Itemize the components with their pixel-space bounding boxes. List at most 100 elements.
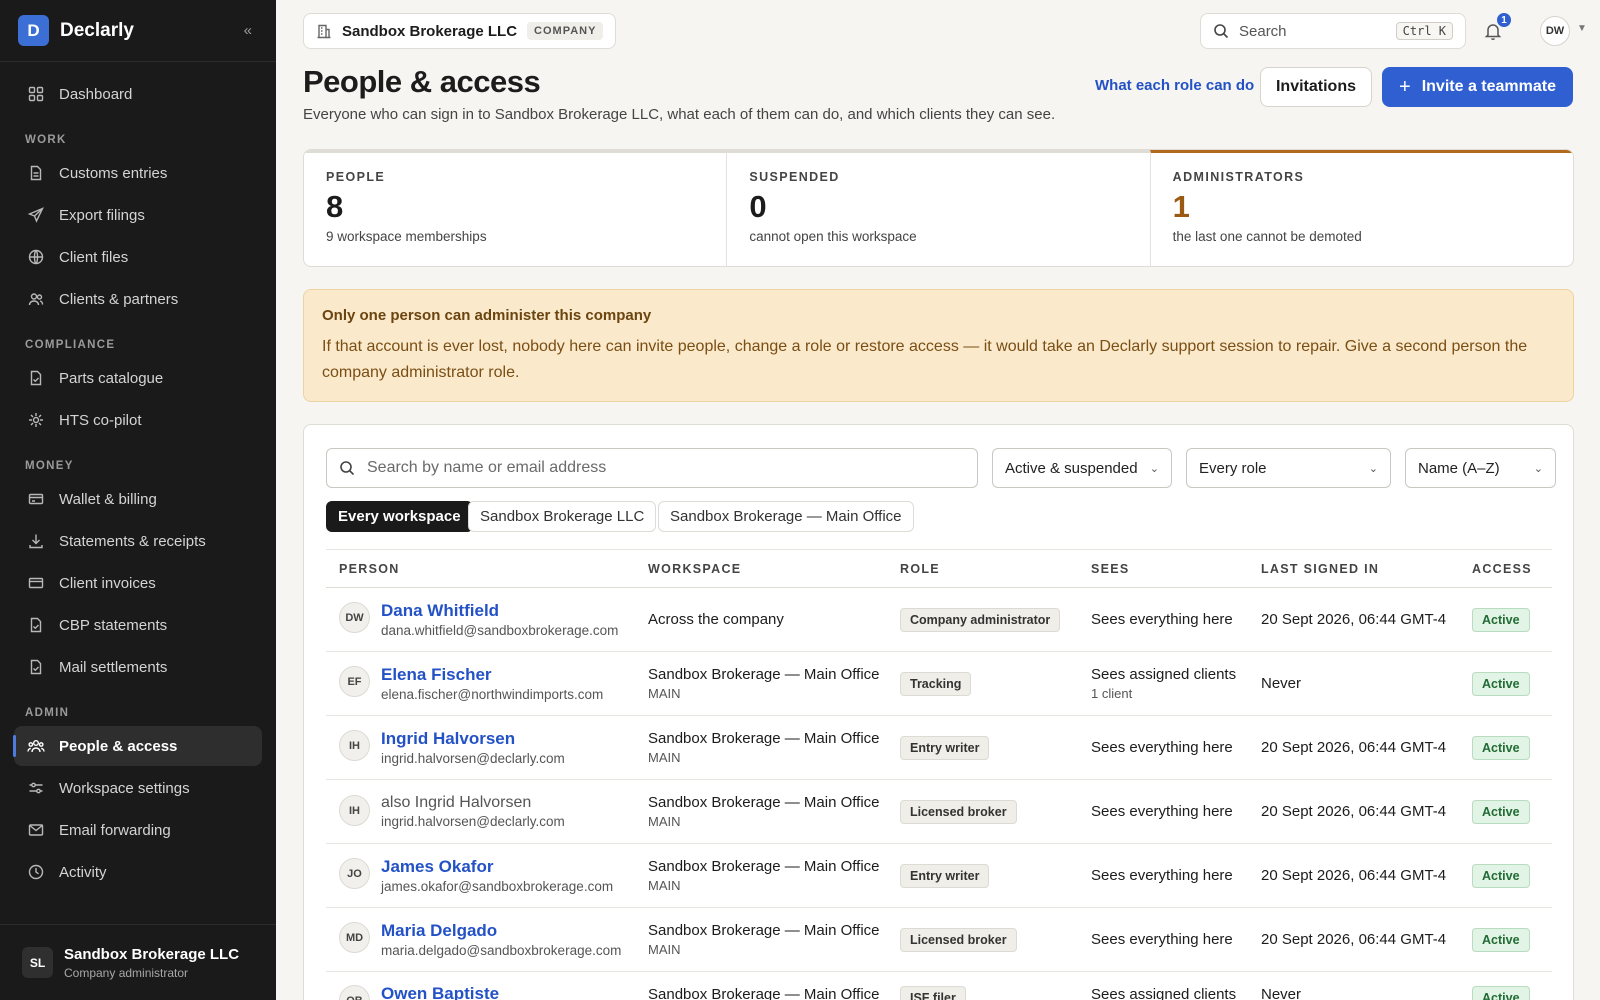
warning-body: If that account is ever lost, nobody her… — [322, 338, 1528, 381]
sidebar-item-label: HTS co-pilot — [59, 411, 142, 429]
workspace-cell: Sandbox Brokerage — Main Office — [635, 971, 887, 1000]
workspace-code: MAIN — [648, 878, 681, 893]
people-search-input[interactable]: Search by name or email address — [326, 448, 978, 488]
workspace-code: MAIN — [648, 686, 681, 701]
role-cell: Entry writer — [887, 843, 1078, 908]
table-row[interactable]: JO James Okafor james.okafor@sandboxbroker… — [326, 843, 1552, 908]
person-name[interactable]: Owen Baptiste — [339, 984, 635, 1000]
person-name[interactable]: Maria Delgado — [339, 921, 635, 941]
workspace-filter-all[interactable]: Every workspace — [326, 501, 473, 532]
file-check-icon — [27, 658, 45, 676]
stats-panel: PEOPLE 8 9 workspace memberships SUSPEND… — [303, 149, 1574, 267]
person-name: also Ingrid Halvorsen — [381, 794, 532, 811]
account-switcher[interactable]: SL Sandbox Brokerage LLC Company adminis… — [0, 924, 276, 1000]
sees-cell: Sees assigned clients — [1078, 971, 1248, 1000]
sidebar-item-label: People & access — [59, 737, 178, 755]
workspace-filter-company[interactable]: Sandbox Brokerage LLC — [468, 501, 657, 532]
col-access[interactable]: ACCESS — [1459, 549, 1552, 588]
invitations-button[interactable]: Invitations — [1260, 67, 1372, 107]
table-row[interactable]: EF Elena Fischer elena.fischer@northwindim… — [326, 651, 1552, 716]
workspace-code: MAIN — [648, 750, 681, 765]
col-sees[interactable]: SEES — [1078, 549, 1248, 588]
table-row[interactable]: IH also Ingrid Halvorsen ingrid.halvorsen@… — [326, 779, 1552, 844]
person-email: ingrid.halvorsen@declarly.com — [381, 751, 565, 766]
stat-label: SUSPENDED — [749, 170, 840, 184]
main-content: Sandbox Brokerage LLC COMPANY Search Ctr… — [276, 0, 1600, 1000]
sidebar-item-label: Statements & receipts — [59, 532, 206, 550]
user-avatar[interactable]: DW — [1540, 16, 1570, 46]
table-header-row: PERSON WORKSPACE ROLE SEES LAST SIGNED I… — [326, 549, 1552, 588]
sees-cell: Sees everything here — [1078, 907, 1248, 972]
person-name[interactable]: Ingrid Halvorsen — [339, 729, 635, 749]
col-person[interactable]: PERSON — [326, 549, 635, 588]
sidebar: D Declarly « Dashboard WORK Customs entr… — [0, 0, 276, 1000]
sidebar-item-customs-entries[interactable]: Customs entries — [14, 153, 262, 193]
table-row[interactable]: MD Maria Delgado maria.delgado@sandboxbrok… — [326, 907, 1552, 972]
warning-title: Only one person can administer this comp… — [322, 307, 652, 324]
role-filter-value: Every role — [1199, 459, 1267, 477]
col-workspace[interactable]: WORKSPACE — [635, 549, 887, 588]
account-role: Company administrator — [64, 965, 189, 980]
status-filter-select[interactable]: Active & suspended ⌄ — [992, 448, 1172, 488]
sidebar-item-parts-catalogue[interactable]: Parts catalogue — [14, 358, 262, 398]
sees-cell: Sees assigned clients 1 client — [1078, 651, 1248, 716]
person-cell: EF Elena Fischer elena.fischer@northwindim… — [326, 651, 635, 716]
sidebar-item-dashboard[interactable]: Dashboard — [14, 74, 262, 114]
access-cell: Active — [1459, 907, 1552, 972]
last-signed-in-cell: 20 Sept 2026, 06:44 GMT-4 — [1248, 587, 1459, 652]
sidebar-item-workspace-settings[interactable]: Workspace settings — [14, 768, 262, 808]
avatar: IH — [339, 730, 370, 761]
table-row[interactable]: IH Ingrid Halvorsen ingrid.halvorsen@decla… — [326, 715, 1552, 780]
person-cell: OBOwen Baptiste — [326, 971, 635, 1000]
search-label: Search — [1239, 22, 1287, 40]
sidebar-item-cbp-statements[interactable]: CBP statements — [14, 605, 262, 645]
table-row[interactable]: DW Dana Whitfield dana.whitfield@sandboxbr… — [326, 587, 1552, 652]
table-row[interactable]: OBOwen Baptiste Sandbox Brokerage — Main… — [326, 971, 1552, 1000]
sidebar-item-wallet-billing[interactable]: Wallet & billing — [14, 479, 262, 519]
role-badge: Tracking — [900, 671, 972, 696]
sort-select[interactable]: Name (A–Z) ⌄ — [1405, 448, 1556, 488]
person-name[interactable]: Dana Whitfield — [339, 601, 635, 621]
account-info: Sandbox Brokerage LLC Company administra… — [64, 946, 239, 980]
invite-teammate-button[interactable]: + Invite a teammate — [1382, 67, 1573, 107]
role-permissions-link[interactable]: What each role can do — [1095, 77, 1254, 94]
sidebar-item-label: CBP statements — [59, 616, 168, 634]
sidebar-item-label: Wallet & billing — [59, 490, 157, 508]
sidebar-item-hts-copilot[interactable]: HTS co-pilot — [14, 400, 262, 440]
section-money: MONEY — [25, 460, 74, 472]
users-icon — [27, 290, 45, 308]
chevron-down-icon[interactable]: ▼ — [1577, 23, 1587, 34]
collapse-sidebar-icon[interactable]: « — [244, 22, 252, 39]
workspace-name: Sandbox Brokerage — Main Office — [648, 858, 880, 875]
sidebar-item-statements-receipts[interactable]: Statements & receipts — [14, 521, 262, 561]
sidebar-item-client-invoices[interactable]: Client invoices — [14, 563, 262, 603]
person-name[interactable]: James Okafor — [339, 857, 635, 877]
sidebar-item-activity[interactable]: Activity — [14, 852, 262, 892]
notification-count: 1 — [1495, 11, 1513, 29]
person-cell: DW Dana Whitfield dana.whitfield@sandboxbr… — [326, 587, 635, 652]
person-cell: IH Ingrid Halvorsen ingrid.halvorsen@decla… — [326, 715, 635, 780]
col-last-signed-in[interactable]: LAST SIGNED IN — [1248, 549, 1459, 588]
grid-icon — [27, 85, 45, 103]
sidebar-item-client-files[interactable]: Client files — [14, 237, 262, 277]
workspace-filter-main-office[interactable]: Sandbox Brokerage — Main Office — [658, 501, 914, 532]
document-icon — [27, 164, 45, 182]
avatar: DW — [339, 602, 370, 633]
status-badge: Active — [1472, 863, 1530, 888]
people-table: PERSON WORKSPACE ROLE SEES LAST SIGNED I… — [326, 549, 1552, 1000]
col-role[interactable]: ROLE — [887, 549, 1078, 588]
sidebar-item-people-access[interactable]: People & access — [13, 726, 262, 766]
person-name[interactable]: Elena Fischer — [339, 665, 635, 685]
sidebar-item-clients-partners[interactable]: Clients & partners — [14, 279, 262, 319]
sidebar-item-export-filings[interactable]: Export filings — [14, 195, 262, 235]
role-filter-select[interactable]: Every role ⌄ — [1186, 448, 1391, 488]
sidebar-item-email-forwarding[interactable]: Email forwarding — [14, 810, 262, 850]
workspace-switcher[interactable]: Sandbox Brokerage LLC COMPANY — [303, 13, 617, 49]
sidebar-item-mail-settlements[interactable]: Mail settlements — [14, 647, 262, 687]
last-signed-in-cell: Never — [1248, 971, 1459, 1000]
global-search[interactable]: Search Ctrl K — [1200, 13, 1466, 49]
workspace-cell: Sandbox Brokerage — Main Office MAIN — [635, 715, 887, 780]
role-cell: Tracking — [887, 651, 1078, 716]
credit-card-icon — [27, 490, 45, 508]
sparkle-icon — [27, 411, 45, 429]
